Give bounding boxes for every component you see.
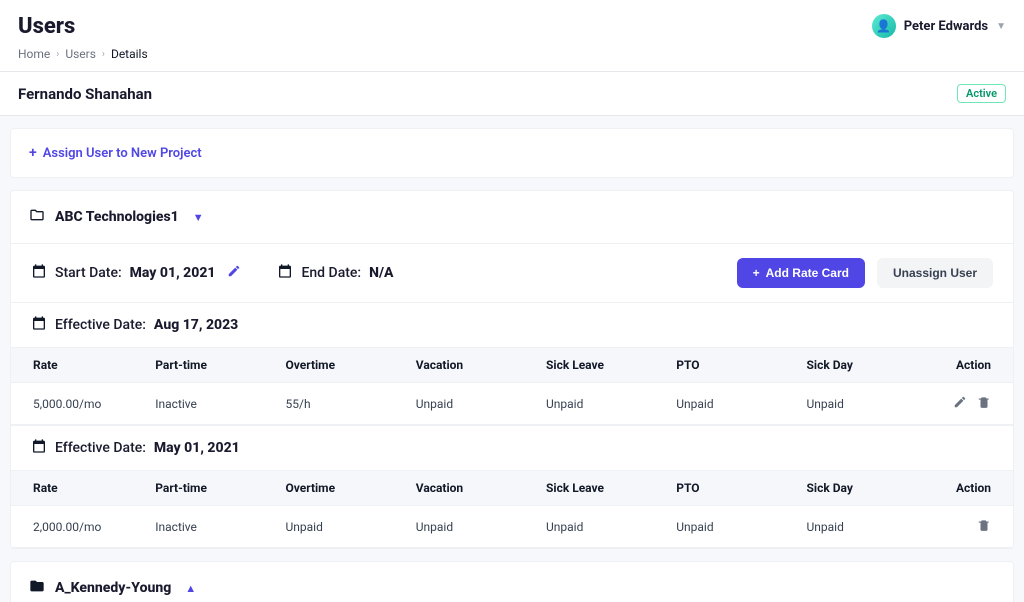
add-rate-card-button[interactable]: + Add Rate Card xyxy=(737,258,865,288)
user-menu[interactable]: 👤 Peter Edwards ▼ xyxy=(872,14,1006,38)
status-badge: Active xyxy=(957,84,1006,103)
avatar: 👤 xyxy=(872,14,896,38)
col-sickday: Sick Day xyxy=(793,471,933,506)
project-card: ABC Technologies1 ▼ Start Date: May 01, … xyxy=(10,190,1014,549)
calendar-icon xyxy=(31,438,47,458)
cell-rate: 2,000.00/mo xyxy=(11,506,141,548)
rate-table-1: Rate Part-time Overtime Vacation Sick Le… xyxy=(11,347,1013,425)
folder-icon xyxy=(29,578,45,598)
breadcrumb-details: Details xyxy=(111,47,148,61)
current-user-name: Peter Edwards xyxy=(904,19,988,34)
chevron-right-icon: › xyxy=(56,49,59,60)
page-title: Users xyxy=(18,14,148,39)
eff-date-value: May 01, 2021 xyxy=(154,440,240,456)
project-name: ABC Technologies1 xyxy=(55,209,179,225)
plus-icon: + xyxy=(29,145,37,161)
cell-pto: Unpaid xyxy=(662,506,792,548)
assign-label: Assign User to New Project xyxy=(43,146,202,161)
user-subheader: Fernando Shanahan Active xyxy=(0,71,1024,115)
col-parttime: Part-time xyxy=(141,348,271,383)
project-toggle[interactable]: ABC Technologies1 ▼ xyxy=(11,191,1013,243)
col-sickleave: Sick Leave xyxy=(532,348,662,383)
assign-card: + Assign User to New Project xyxy=(10,128,1014,178)
project-toggle[interactable]: A_Kennedy-Young ▲ xyxy=(11,562,1013,602)
cell-action xyxy=(933,383,1013,425)
cell-vacation: Unpaid xyxy=(402,383,532,425)
end-date-label: End Date: xyxy=(301,265,361,281)
edit-icon[interactable] xyxy=(953,395,967,412)
triangle-down-icon: ▼ xyxy=(193,211,204,224)
col-rate: Rate xyxy=(11,471,141,506)
eff-date-value: Aug 17, 2023 xyxy=(154,317,238,333)
calendar-icon xyxy=(277,263,293,283)
cell-sickleave: Unpaid xyxy=(532,506,662,548)
start-date-label: Start Date: xyxy=(55,265,122,281)
start-date-value: May 01, 2021 xyxy=(130,265,216,281)
main-header: Users Home › Users › Details 👤 Peter Edw… xyxy=(0,0,1024,61)
eff-date-label: Effective Date: xyxy=(55,317,146,333)
breadcrumb-users[interactable]: Users xyxy=(65,47,96,61)
col-overtime: Overtime xyxy=(272,471,402,506)
folder-open-icon xyxy=(29,207,45,227)
project-name: A_Kennedy-Young xyxy=(55,580,171,596)
col-sickleave: Sick Leave xyxy=(532,471,662,506)
chevron-right-icon: › xyxy=(102,49,105,60)
eff-date-label: Effective Date: xyxy=(55,440,146,456)
col-parttime: Part-time xyxy=(141,471,271,506)
table-row: 5,000.00/mo Inactive 55/h Unpaid Unpaid … xyxy=(11,383,1013,425)
calendar-icon xyxy=(31,315,47,335)
breadcrumb: Home › Users › Details xyxy=(18,47,148,61)
col-sickday: Sick Day xyxy=(793,348,933,383)
cell-overtime: Unpaid xyxy=(272,506,402,548)
col-action: Action xyxy=(933,471,1013,506)
cell-sickday: Unpaid xyxy=(793,383,933,425)
col-vacation: Vacation xyxy=(402,471,532,506)
cell-sickleave: Unpaid xyxy=(532,383,662,425)
col-action: Action xyxy=(933,348,1013,383)
cell-parttime: Inactive xyxy=(141,506,271,548)
edit-icon[interactable] xyxy=(227,264,241,282)
triangle-up-icon: ▲ xyxy=(185,582,196,595)
user-fullname: Fernando Shanahan xyxy=(18,85,152,103)
cell-rate: 5,000.00/mo xyxy=(11,383,141,425)
table-row: 2,000.00/mo Inactive Unpaid Unpaid Unpai… xyxy=(11,506,1013,548)
trash-icon[interactable] xyxy=(977,395,991,412)
cell-parttime: Inactive xyxy=(141,383,271,425)
effective-date-row-2: Effective Date: May 01, 2021 xyxy=(11,425,1013,470)
content-area: + Assign User to New Project ABC Technol… xyxy=(0,115,1024,602)
end-date-value: N/A xyxy=(369,265,393,281)
trash-icon[interactable] xyxy=(977,518,991,535)
end-date-group: End Date: N/A xyxy=(277,263,393,283)
cell-vacation: Unpaid xyxy=(402,506,532,548)
cell-pto: Unpaid xyxy=(662,383,792,425)
plus-icon: + xyxy=(753,266,760,280)
col-overtime: Overtime xyxy=(272,348,402,383)
table-header-row: Rate Part-time Overtime Vacation Sick Le… xyxy=(11,348,1013,383)
project-dates-row: Start Date: May 01, 2021 End Date: N/A + xyxy=(11,243,1013,302)
collapsed-project-1: A_Kennedy-Young ▲ xyxy=(10,561,1014,602)
breadcrumb-home[interactable]: Home xyxy=(18,47,50,61)
col-rate: Rate xyxy=(11,348,141,383)
unassign-user-button[interactable]: Unassign User xyxy=(877,258,993,288)
col-pto: PTO xyxy=(662,348,792,383)
start-date-group: Start Date: May 01, 2021 xyxy=(31,263,241,283)
chevron-down-icon: ▼ xyxy=(996,21,1006,32)
col-pto: PTO xyxy=(662,471,792,506)
effective-date-row-1: Effective Date: Aug 17, 2023 xyxy=(11,302,1013,347)
rate-table-2: Rate Part-time Overtime Vacation Sick Le… xyxy=(11,470,1013,548)
cell-action xyxy=(933,506,1013,548)
calendar-icon xyxy=(31,263,47,283)
cell-overtime: 55/h xyxy=(272,383,402,425)
cell-sickday: Unpaid xyxy=(793,506,933,548)
col-vacation: Vacation xyxy=(402,348,532,383)
table-header-row: Rate Part-time Overtime Vacation Sick Le… xyxy=(11,471,1013,506)
add-rate-label: Add Rate Card xyxy=(766,266,849,280)
assign-user-button[interactable]: + Assign User to New Project xyxy=(11,129,1013,177)
